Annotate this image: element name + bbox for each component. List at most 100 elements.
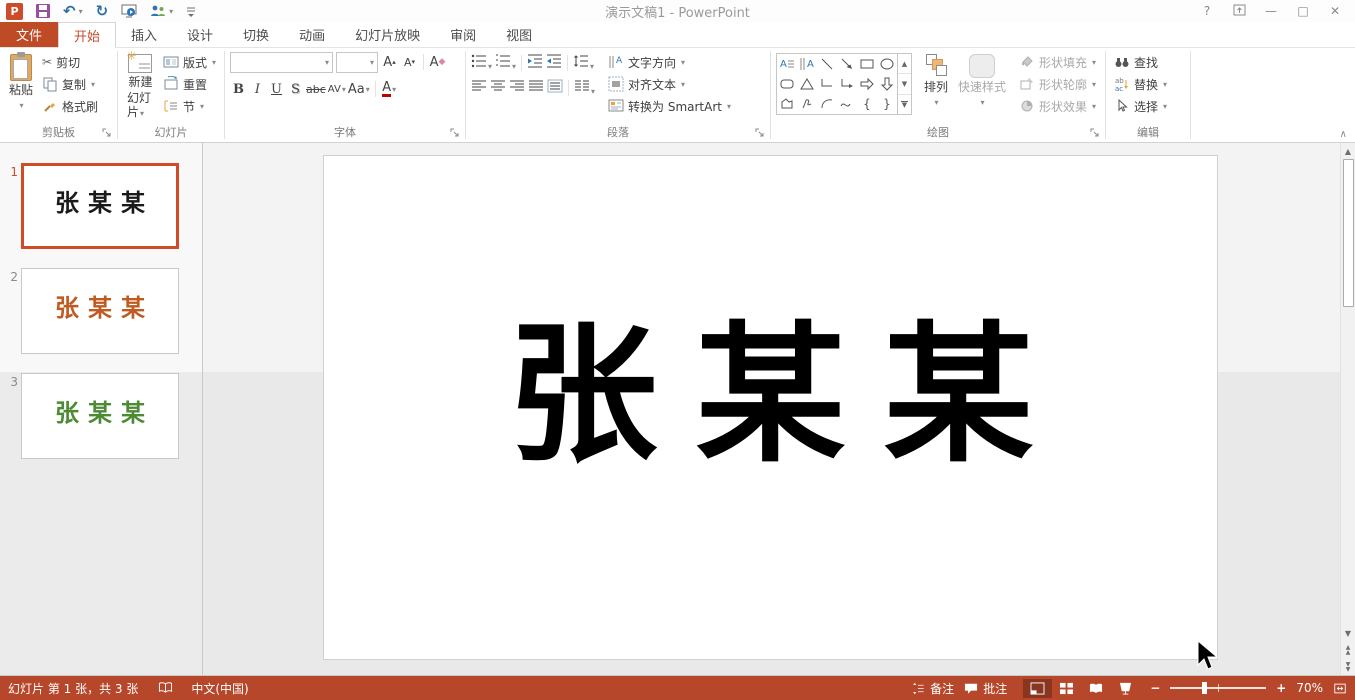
new-slide-button[interactable]: ✳ 新建 幻灯片▾ — [123, 51, 158, 122]
line-shape[interactable] — [817, 54, 837, 74]
tab-transitions[interactable]: 切换 — [228, 22, 284, 47]
align-left-button[interactable] — [471, 78, 487, 97]
elbow-arrow-connector-shape[interactable] — [837, 74, 857, 94]
scribble-shape[interactable] — [797, 94, 817, 114]
strikethrough-button[interactable]: abc — [306, 78, 326, 100]
tab-review[interactable]: 审阅 — [435, 22, 491, 47]
zoom-out-button[interactable]: − — [1150, 681, 1160, 695]
drawing-dialog-launcher[interactable] — [1090, 128, 1101, 139]
shape-effects-button[interactable]: 形状效果▾ — [1016, 95, 1099, 117]
scroll-down-button[interactable]: ▼ — [1341, 625, 1355, 641]
distribute-button[interactable] — [547, 78, 563, 97]
change-case-button[interactable]: Aa▾ — [348, 78, 370, 100]
maximize-button[interactable]: □ — [1289, 4, 1317, 18]
format-painter-button[interactable]: 格式刷 — [39, 95, 101, 117]
elbow-connector-shape[interactable] — [817, 74, 837, 94]
tab-view[interactable]: 视图 — [491, 22, 547, 47]
minimize-button[interactable]: — — [1257, 4, 1285, 18]
text-shadow-button[interactable]: S — [287, 78, 304, 100]
align-right-button[interactable] — [509, 78, 525, 97]
slide-sorter-view-button[interactable] — [1052, 679, 1081, 698]
columns-button[interactable]: ▾ — [574, 78, 595, 97]
underline-button[interactable]: U — [268, 78, 285, 100]
text-box-shape[interactable]: A — [777, 54, 797, 74]
scrollbar-thumb[interactable] — [1343, 159, 1354, 307]
convert-to-smartart-button[interactable]: 转换为 SmartArt▾ — [605, 95, 734, 117]
slide-indicator[interactable]: 幻灯片 第 1 张，共 3 张 — [8, 680, 138, 697]
line-spacing-button[interactable]: ▾ — [573, 53, 594, 72]
justify-button[interactable] — [528, 78, 544, 97]
text-direction-button[interactable]: A 文字方向▾ — [605, 51, 734, 73]
slide-1-thumbnail[interactable]: 张某某 — [21, 163, 179, 249]
tab-animations[interactable]: 动画 — [284, 22, 340, 47]
arc-shape[interactable] — [817, 94, 837, 114]
quick-styles-button[interactable]: 快速样式 ▾ — [954, 51, 1010, 111]
customize-qat-button[interactable] — [186, 5, 196, 17]
italic-button[interactable]: I — [249, 78, 266, 100]
share-button[interactable]: ▾ — [150, 3, 173, 19]
find-button[interactable]: 查找 — [1111, 51, 1161, 73]
tab-design[interactable]: 设计 — [172, 22, 228, 47]
layout-button[interactable]: 版式▾ — [160, 51, 219, 73]
shapes-scroll-up-button[interactable]: ▲ — [898, 54, 911, 74]
save-button[interactable] — [36, 4, 50, 18]
tab-file[interactable]: 文件 — [0, 22, 58, 47]
redo-button[interactable]: ↻ — [96, 4, 109, 18]
replace-button[interactable]: abac 替换▾ — [1111, 73, 1170, 95]
freeform-shape[interactable] — [777, 94, 797, 114]
cut-button[interactable]: ✂剪切 — [39, 51, 101, 73]
shape-fill-button[interactable]: 形状填充▾ — [1016, 51, 1099, 73]
font-color-button[interactable]: A▾ — [381, 78, 398, 100]
rounded-rectangle-shape[interactable] — [777, 74, 797, 94]
tab-home[interactable]: 开始 — [58, 22, 116, 48]
undo-button[interactable]: ↶▾ — [63, 4, 83, 18]
zoom-level[interactable]: 70% — [1296, 681, 1323, 695]
shapes-scroll-down-button[interactable]: ▼ — [898, 74, 911, 94]
arrow-shape[interactable] — [837, 54, 857, 74]
reset-button[interactable]: 重置 — [160, 73, 219, 95]
left-brace-shape[interactable]: { — [857, 94, 877, 114]
copy-button[interactable]: 复制▾ — [39, 73, 101, 95]
collapse-ribbon-button[interactable]: ∧ — [1340, 129, 1347, 140]
bullets-button[interactable]: ▾ — [471, 53, 492, 72]
align-text-button[interactable]: 对齐文本▾ — [605, 73, 734, 95]
close-button[interactable]: ✕ — [1321, 4, 1349, 18]
decrease-font-size-button[interactable]: A▾ — [401, 51, 418, 73]
powerpoint-logo-icon[interactable]: P — [6, 3, 23, 20]
rectangle-shape[interactable] — [857, 54, 877, 74]
help-button[interactable]: ? — [1193, 4, 1221, 18]
fit-slide-to-window-button[interactable] — [1333, 682, 1347, 695]
slide-3-thumbnail[interactable]: 张某某 — [21, 373, 179, 459]
start-slideshow-button[interactable] — [121, 3, 137, 19]
numbering-button[interactable]: ▾ — [495, 53, 516, 72]
next-slide-button[interactable]: ▼▼ — [1341, 658, 1355, 675]
right-arrow-shape[interactable] — [857, 74, 877, 94]
comments-button[interactable]: 批注 — [964, 680, 1007, 697]
arrange-button[interactable]: 排列 ▾ — [920, 51, 952, 111]
curve-shape[interactable] — [837, 94, 857, 114]
select-button[interactable]: 选择▾ — [1111, 95, 1170, 117]
ribbon-display-options-button[interactable] — [1225, 4, 1253, 19]
character-spacing-button[interactable]: AV▾ — [328, 78, 346, 100]
zoom-in-button[interactable]: + — [1276, 681, 1286, 695]
increase-font-size-button[interactable]: A▴ — [381, 51, 398, 73]
vertical-text-box-shape[interactable]: A — [797, 54, 817, 74]
tab-slideshow[interactable]: 幻灯片放映 — [340, 22, 435, 47]
clear-formatting-button[interactable]: A◆ — [429, 51, 446, 73]
bold-button[interactable]: B — [230, 78, 247, 100]
reading-view-button[interactable] — [1081, 679, 1111, 698]
decrease-indent-button[interactable] — [527, 53, 543, 72]
font-dialog-launcher[interactable] — [450, 128, 461, 139]
normal-view-button[interactable] — [1023, 679, 1052, 698]
slide-title-text[interactable]: 张某某 — [324, 274, 1217, 491]
shapes-more-button[interactable]: ▼ — [898, 95, 911, 114]
shape-outline-button[interactable]: 形状轮廓▾ — [1016, 73, 1099, 95]
slideshow-view-button[interactable] — [1111, 679, 1140, 698]
slide-canvas[interactable]: 张某某 — [323, 155, 1218, 660]
spell-check-button[interactable] — [158, 681, 173, 695]
zoom-slider-thumb[interactable] — [1202, 682, 1207, 694]
paragraph-dialog-launcher[interactable] — [755, 128, 766, 139]
oval-shape[interactable] — [877, 54, 897, 74]
scroll-up-button[interactable]: ▲ — [1341, 143, 1355, 159]
paste-button[interactable]: 粘贴 ▾ — [5, 51, 37, 114]
